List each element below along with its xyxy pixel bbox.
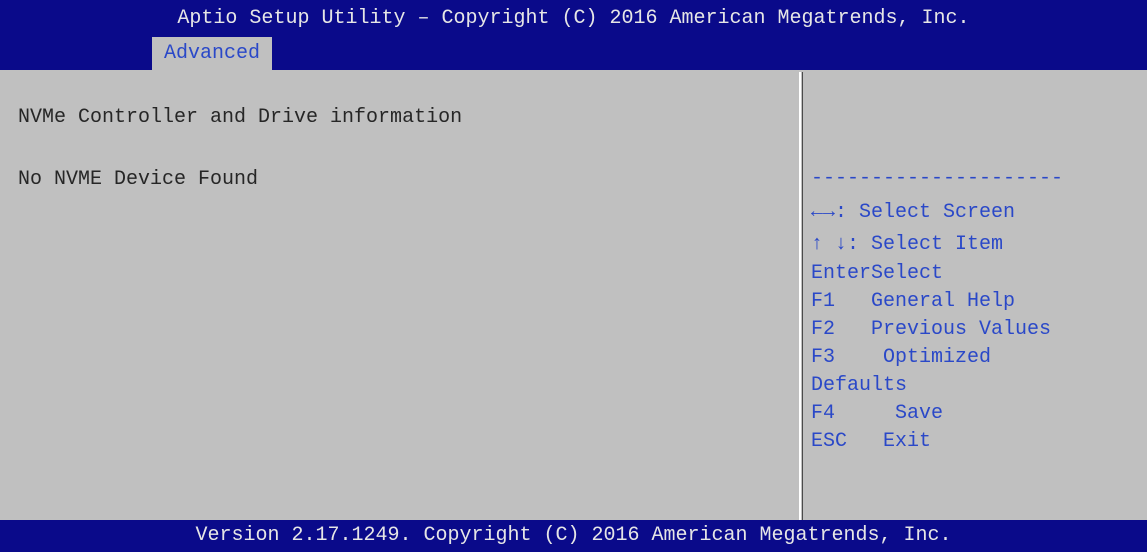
help-key: F4 [811,402,836,425]
help-separator: --------------------- [811,167,1064,190]
help-desc: Defaults [811,374,908,397]
help-item-esc: ESC Exit [811,428,931,456]
help-item-enter: EnterSelect [811,260,943,288]
tab-advanced[interactable]: Advanced [152,37,273,70]
title-bar: Aptio Setup Utility – Copyright (C) 2016… [0,0,1147,70]
help-desc: Previous Values [835,318,1052,341]
help-desc: General Help [835,290,1016,313]
help-item-select-item: ↑ ↓: Select Item [811,231,1003,259]
help-desc: Save [835,402,944,425]
app-title: Aptio Setup Utility – Copyright (C) 2016… [177,7,970,30]
help-item-f4: F4 Save [811,400,943,428]
help-desc: Select [871,262,944,285]
help-item-f2: F2 Previous Values [811,316,1051,344]
panel-divider [799,72,801,520]
section-title: NVMe Controller and Drive information [18,106,463,129]
panel-divider-shadow [802,72,803,520]
bios-setup-screen: Aptio Setup Utility – Copyright (C) 2016… [0,0,1147,552]
status-text: No NVME Device Found [18,168,259,191]
help-key: ESC [811,430,848,453]
help-key: Enter [811,262,872,285]
help-item-f3-cont: Defaults [811,372,907,400]
help-item-f1: F1 General Help [811,288,1015,316]
help-key: ←→ [811,201,836,224]
version-text: Version 2.17.1249. Copyright (C) 2016 Am… [195,524,952,547]
help-desc: : Select Item [847,233,1004,256]
help-desc: Optimized [835,346,992,369]
help-key: F1 [811,290,836,313]
help-item-f3: F3 Optimized [811,344,991,372]
help-key: F3 [811,346,836,369]
help-item-select-screen: ←→: Select Screen [811,199,1015,227]
help-key: F2 [811,318,836,341]
help-desc: Exit [847,430,932,453]
help-key: ↑ ↓ [811,233,848,256]
status-bar: Version 2.17.1249. Copyright (C) 2016 Am… [0,520,1147,552]
help-desc: : Select Screen [835,201,1016,224]
